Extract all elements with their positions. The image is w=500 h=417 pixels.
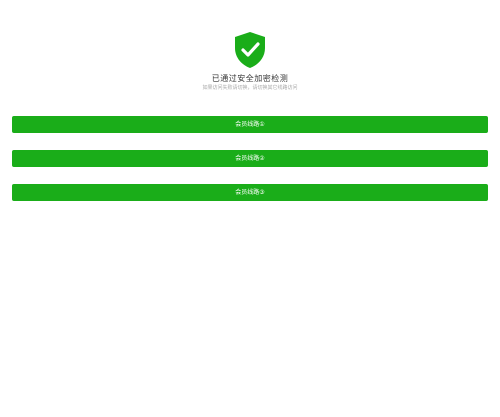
page-title: 已通过安全加密检测 bbox=[211, 74, 289, 83]
page: 已通过安全加密检测 如果访问失败请切换，请切换其它线路访问 会员线路① 会员线路… bbox=[0, 0, 500, 417]
line-1-button[interactable]: 会员线路① bbox=[12, 116, 488, 133]
line-3-button[interactable]: 会员线路③ bbox=[12, 184, 488, 201]
line-2-button[interactable]: 会员线路② bbox=[12, 150, 488, 167]
page-subtitle: 如果访问失败请切换，请切换其它线路访问 bbox=[202, 85, 298, 91]
shield-check-icon bbox=[233, 31, 267, 69]
